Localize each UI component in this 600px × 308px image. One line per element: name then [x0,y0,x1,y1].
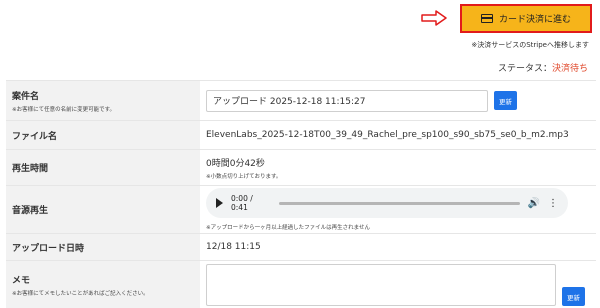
status-label: ステータス： [497,64,552,74]
upload-date-label: アップロード日時 [6,233,200,261]
memo-wrap: 更新 [206,261,596,308]
memo-label-cell: メモ ※お客様にてメモしたいことがあればご記入ください。 [6,260,200,308]
card-payment-button[interactable]: カード決済に進む [460,4,592,33]
play-icon[interactable] [216,198,223,208]
audio-cell: 0:00 / 0:41 🔊 ⋮ ※アップロードから一ヶ月以上経過したファイルは再… [200,185,596,234]
status-value: 決済待ち [551,64,588,74]
audio-label: 音源再生 [6,185,200,234]
case-name-label-cell: 案件名 ※お客様にて任意の名前に変更可能です。 [6,80,200,121]
more-vertical-icon[interactable]: ⋮ [548,198,558,209]
top-bar: カード決済に進む ※決済サービスのStripeへ推移します [0,0,600,60]
audio-time: 0:00 / 0:41 [231,194,253,212]
file-name-value: ElevenLabs_2025-12-18T00_39_49_Rachel_pr… [200,120,596,150]
play-time-label: 再生時間 [6,149,200,186]
row-play-time: 再生時間 0時間0分42秒 ※小数点切り上げております。 [6,149,596,186]
upload-detail-table: 案件名 ※お客様にて任意の名前に変更可能です。 更新 ファイル名 ElevenL… [6,80,596,308]
audio-progress-bar[interactable] [279,201,520,205]
case-name-cell: 更新 [200,80,596,121]
audio-note: ※アップロードから一ヶ月以上経過したファイルは再生されません [206,225,370,231]
file-name-label: ファイル名 [6,120,200,150]
row-upload-date: アップロード日時 12/18 11:15 [6,233,596,261]
play-time-cell: 0時間0分42秒 ※小数点切り上げております。 [200,149,596,186]
audio-player[interactable]: 0:00 / 0:41 🔊 ⋮ [206,188,568,218]
credit-card-icon [480,14,493,23]
case-name-update-button[interactable]: 更新 [494,91,517,110]
row-memo: メモ ※お客様にてメモしたいことがあればご記入ください。 更新 [6,260,596,308]
case-name-note: ※お客様にて任意の名前に変更可能です。 [12,106,116,113]
right-arrow-icon [421,10,447,26]
case-name-wrap: 更新 [206,89,596,112]
row-audio: 音源再生 0:00 / 0:41 🔊 ⋮ ※アップロードから一ヶ月以上経過したフ… [6,185,596,234]
stripe-note: ※決済サービスのStripeへ推移します [471,41,589,49]
row-case-name: 案件名 ※お客様にて任意の名前に変更可能です。 更新 [6,80,596,121]
case-name-label: 案件名 [12,91,40,102]
case-name-input[interactable] [206,89,488,112]
play-time-note: ※小数点切り上げております。 [206,173,282,180]
memo-textarea[interactable] [206,264,556,306]
memo-note: ※お客様にてメモしたいことがあればご記入ください。 [12,291,149,297]
memo-label: メモ [12,276,31,286]
memo-update-button[interactable]: 更新 [562,287,585,306]
memo-cell: 更新 [200,260,596,308]
card-payment-button-label: カード決済に進む [498,15,571,25]
upload-date-value: 12/18 11:15 [200,233,596,261]
status-line: ステータス：決済待ち [498,61,588,74]
volume-icon[interactable]: 🔊 [528,198,540,209]
row-file-name: ファイル名 ElevenLabs_2025-12-18T00_39_49_Rac… [6,120,596,150]
play-time-value: 0時間0分42秒 [206,158,265,169]
